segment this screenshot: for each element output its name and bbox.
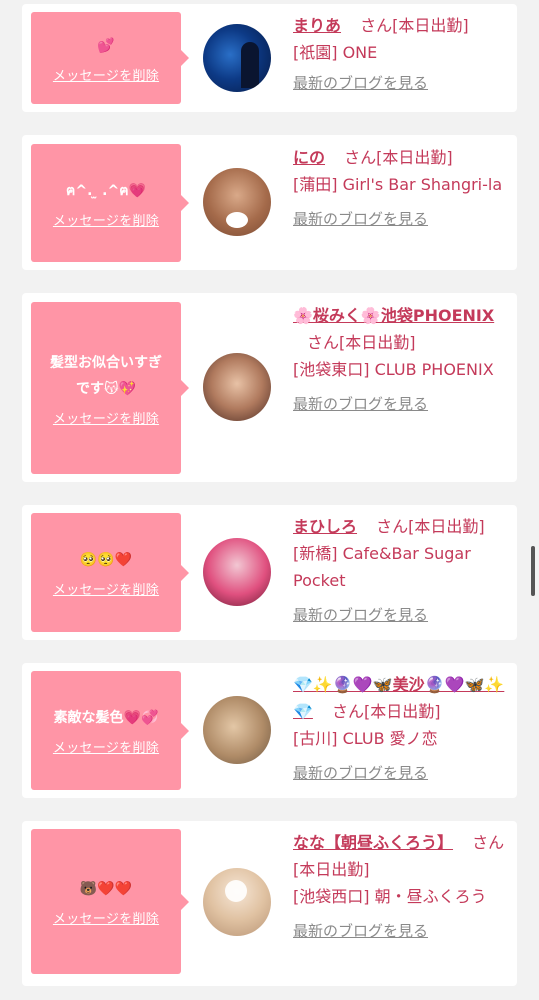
blog-link[interactable]: 最新のブログを見る [293,760,428,787]
message-bubble: 髪型お似合いすぎです😽💖 メッセージを削除 [31,302,189,474]
blog-link[interactable]: 最新のブログを見る [293,391,428,418]
status-text: さん[本日出勤] [360,16,469,35]
avatar[interactable] [203,24,271,92]
cast-name-link[interactable]: まりあ [293,16,341,35]
cast-info: まりあ さん[本日出勤] [祇園] ONE 最新のブログを見る [293,12,511,97]
blog-link[interactable]: 最新のブログを見る [293,70,428,97]
status-text: さん[本日出勤] [344,148,453,167]
scrollbar[interactable] [531,546,535,596]
cast-info: にの さん[本日出勤] [蒲田] Girl's Bar Shangri-la 最… [293,144,511,233]
shop-text: [新橋] Cafe&Bar Sugar Pocket [293,544,471,590]
status-text: さん[本日出勤] [307,333,416,352]
blog-link[interactable]: 最新のブログを見る [293,602,428,629]
cast-name-link[interactable]: まひしろ [293,517,357,536]
message-text: 髪型お似合いすぎです😽💖 [50,354,162,397]
cast-name-link[interactable]: なな【朝昼ふくろう】 [293,833,453,852]
delete-message-link[interactable]: メッセージを削除 [53,579,159,598]
avatar[interactable] [203,868,271,936]
cast-info: なな【朝昼ふくろう】 さん[本日出勤] [池袋西口] 朝・昼ふくろう 最新のブロ… [293,829,511,945]
cast-info: 🌸桜みく🌸池袋PHOENIX さん[本日出勤] [池袋東口] CLUB PHOE… [293,302,511,418]
cast-info: まひしろ さん[本日出勤] [新橋] Cafe&Bar Sugar Pocket… [293,513,511,629]
message-card: ฅ^. ̫ .^ฅ💗 メッセージを削除 にの さん[本日出勤] [蒲田] Gir… [22,135,517,270]
shop-text: [古川] CLUB 愛ノ恋 [293,729,438,748]
message-text: 素敵な髪色💗💞 [53,710,159,726]
message-card: 🥺🥺❤️ メッセージを削除 まひしろ さん[本日出勤] [新橋] Cafe&Ba… [22,505,517,640]
cast-name-link[interactable]: にの [293,148,325,167]
avatar[interactable] [203,353,271,421]
shop-text: [祇園] ONE [293,43,378,62]
avatar[interactable] [203,538,271,606]
delete-message-link[interactable]: メッセージを削除 [53,908,159,927]
message-bubble: 💕 メッセージを削除 [31,12,189,104]
message-bubble: 🥺🥺❤️ メッセージを削除 [31,513,189,632]
message-bubble: 素敵な髪色💗💞 メッセージを削除 [31,671,189,790]
status-text: さん[本日出勤] [376,517,485,536]
delete-message-link[interactable]: メッセージを削除 [53,737,159,756]
status-text: さん[本日出勤] [332,702,441,721]
shop-text: [池袋西口] 朝・昼ふくろう [293,887,487,906]
message-card: 💕 メッセージを削除 まりあ さん[本日出勤] [祇園] ONE 最新のブログを… [22,4,517,112]
shop-text: [池袋東口] CLUB PHOENIX [293,360,494,379]
avatar[interactable] [203,168,271,236]
blog-link[interactable]: 最新のブログを見る [293,918,428,945]
blog-link[interactable]: 最新のブログを見る [293,206,428,233]
message-text: ฅ^. ̫ .^ฅ💗 [65,182,146,199]
message-card: 髪型お似合いすぎです😽💖 メッセージを削除 🌸桜みく🌸池袋PHOENIX さん[… [22,293,517,482]
cast-name-link[interactable]: 🌸桜みく🌸池袋PHOENIX [293,306,494,325]
message-card: 🐻❤️❤️ メッセージを削除 なな【朝昼ふくろう】 さん[本日出勤] [池袋西口… [22,821,517,986]
delete-message-link[interactable]: メッセージを削除 [53,65,159,84]
message-text: 🥺🥺❤️ [79,552,133,568]
cast-info: 💎✨🔮💜🦋美沙🔮💜🦋✨💎 さん[本日出勤] [古川] CLUB 愛ノ恋 最新のブ… [293,671,511,787]
shop-text: [蒲田] Girl's Bar Shangri-la [293,175,503,194]
message-text: 🐻❤️❤️ [79,881,133,897]
avatar[interactable] [203,696,271,764]
message-text: 💕 [97,37,115,54]
message-bubble: ฅ^. ̫ .^ฅ💗 メッセージを削除 [31,144,189,262]
delete-message-link[interactable]: メッセージを削除 [53,408,159,427]
delete-message-link[interactable]: メッセージを削除 [53,210,159,229]
message-bubble: 🐻❤️❤️ メッセージを削除 [31,829,189,974]
message-card: 素敵な髪色💗💞 メッセージを削除 💎✨🔮💜🦋美沙🔮💜🦋✨💎 さん[本日出勤] [… [22,663,517,798]
